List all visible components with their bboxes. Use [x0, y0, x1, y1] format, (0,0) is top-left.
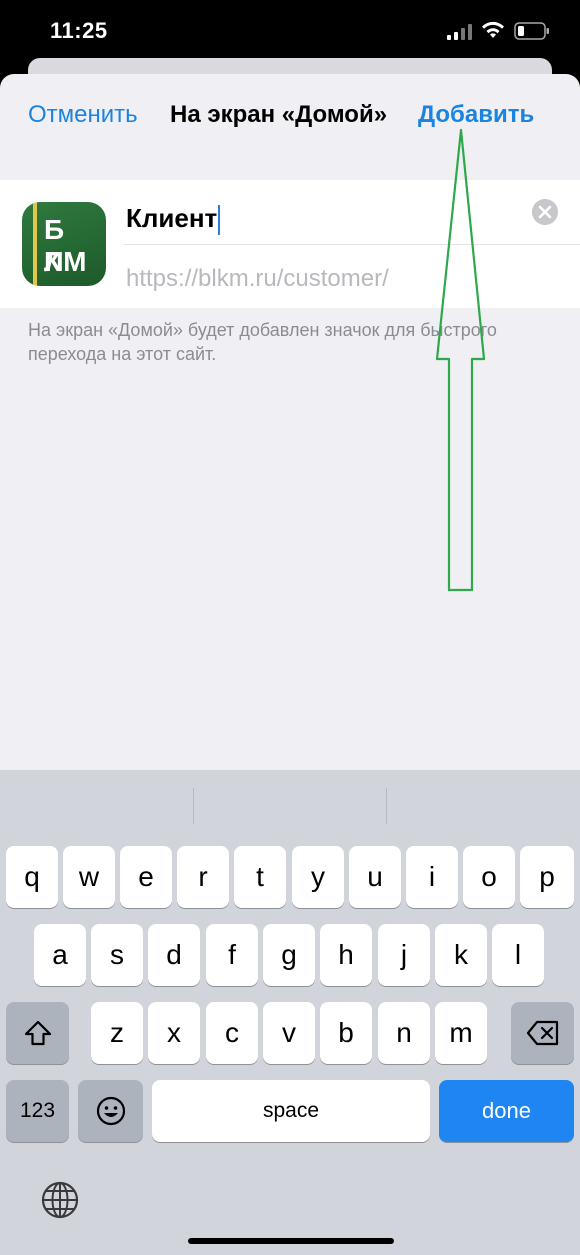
key-g[interactable]: g — [263, 924, 315, 986]
key-i[interactable]: i — [406, 846, 458, 908]
globe-icon[interactable] — [40, 1180, 80, 1220]
delete-icon — [526, 1020, 558, 1046]
shift-key[interactable] — [6, 1002, 69, 1064]
shortcut-form: Б Л КМ Клиент https://blkm.ru/customer/ — [0, 180, 580, 308]
description-text: На экран «Домой» будет добавлен значок д… — [28, 320, 497, 364]
numbers-key[interactable]: 123 — [6, 1080, 69, 1142]
key-h[interactable]: h — [320, 924, 372, 986]
suggestion-divider — [193, 788, 194, 824]
page-title: На экран «Домой» — [170, 101, 388, 128]
text-caret — [218, 205, 221, 236]
url-field: https://blkm.ru/customer/ — [126, 265, 389, 292]
delete-key[interactable] — [511, 1002, 574, 1064]
key-u[interactable]: u — [349, 846, 401, 908]
app-icon-logo-bottom: КМ — [44, 246, 89, 277]
field-divider — [124, 244, 580, 245]
keyboard: q w e r t y u i o p a s d f g h j k l z … — [0, 770, 580, 1255]
key-w[interactable]: w — [63, 846, 115, 908]
key-j[interactable]: j — [378, 924, 430, 986]
key-m[interactable]: m — [435, 1002, 487, 1064]
wifi-icon — [482, 21, 504, 38]
space-key[interactable]: space — [152, 1080, 430, 1142]
key-x[interactable]: x — [148, 1002, 200, 1064]
status-bar: 11:25 — [0, 0, 580, 62]
app-icon-stripe — [33, 202, 37, 286]
key-c[interactable]: c — [206, 1002, 258, 1064]
key-d[interactable]: d — [148, 924, 200, 986]
key-t[interactable]: t — [234, 846, 286, 908]
key-b[interactable]: b — [320, 1002, 372, 1064]
add-button[interactable]: Добавить — [418, 101, 534, 129]
signal-icon — [447, 24, 472, 40]
status-time: 11:25 — [50, 18, 108, 43]
key-v[interactable]: v — [263, 1002, 315, 1064]
battery-icon — [514, 22, 549, 40]
key-k[interactable]: k — [435, 924, 487, 986]
shortcut-name-value: Клиент — [126, 203, 218, 233]
app-icon: Б Л КМ — [22, 202, 106, 286]
key-r[interactable]: r — [177, 846, 229, 908]
cancel-button[interactable]: Отменить — [28, 101, 138, 129]
key-y[interactable]: y — [292, 846, 344, 908]
key-e[interactable]: e — [120, 846, 172, 908]
navigation-bar: Отменить На экран «Домой» Добавить — [0, 74, 580, 158]
key-q[interactable]: q — [6, 846, 58, 908]
clear-icon[interactable] — [531, 198, 559, 226]
suggestion-divider — [386, 788, 387, 824]
emoji-key[interactable] — [78, 1080, 143, 1142]
done-key[interactable]: done — [439, 1080, 574, 1142]
key-a[interactable]: a — [34, 924, 86, 986]
key-l[interactable]: l — [492, 924, 544, 986]
key-s[interactable]: s — [91, 924, 143, 986]
shortcut-name-field[interactable]: Клиент — [126, 194, 526, 242]
key-z[interactable]: z — [91, 1002, 143, 1064]
key-o[interactable]: o — [463, 846, 515, 908]
home-indicator — [188, 1238, 394, 1244]
shift-icon — [24, 1020, 51, 1046]
emoji-icon — [96, 1096, 125, 1126]
suggestion-bar — [0, 770, 580, 830]
key-n[interactable]: n — [378, 1002, 430, 1064]
key-f[interactable]: f — [206, 924, 258, 986]
key-p[interactable]: p — [520, 846, 574, 908]
